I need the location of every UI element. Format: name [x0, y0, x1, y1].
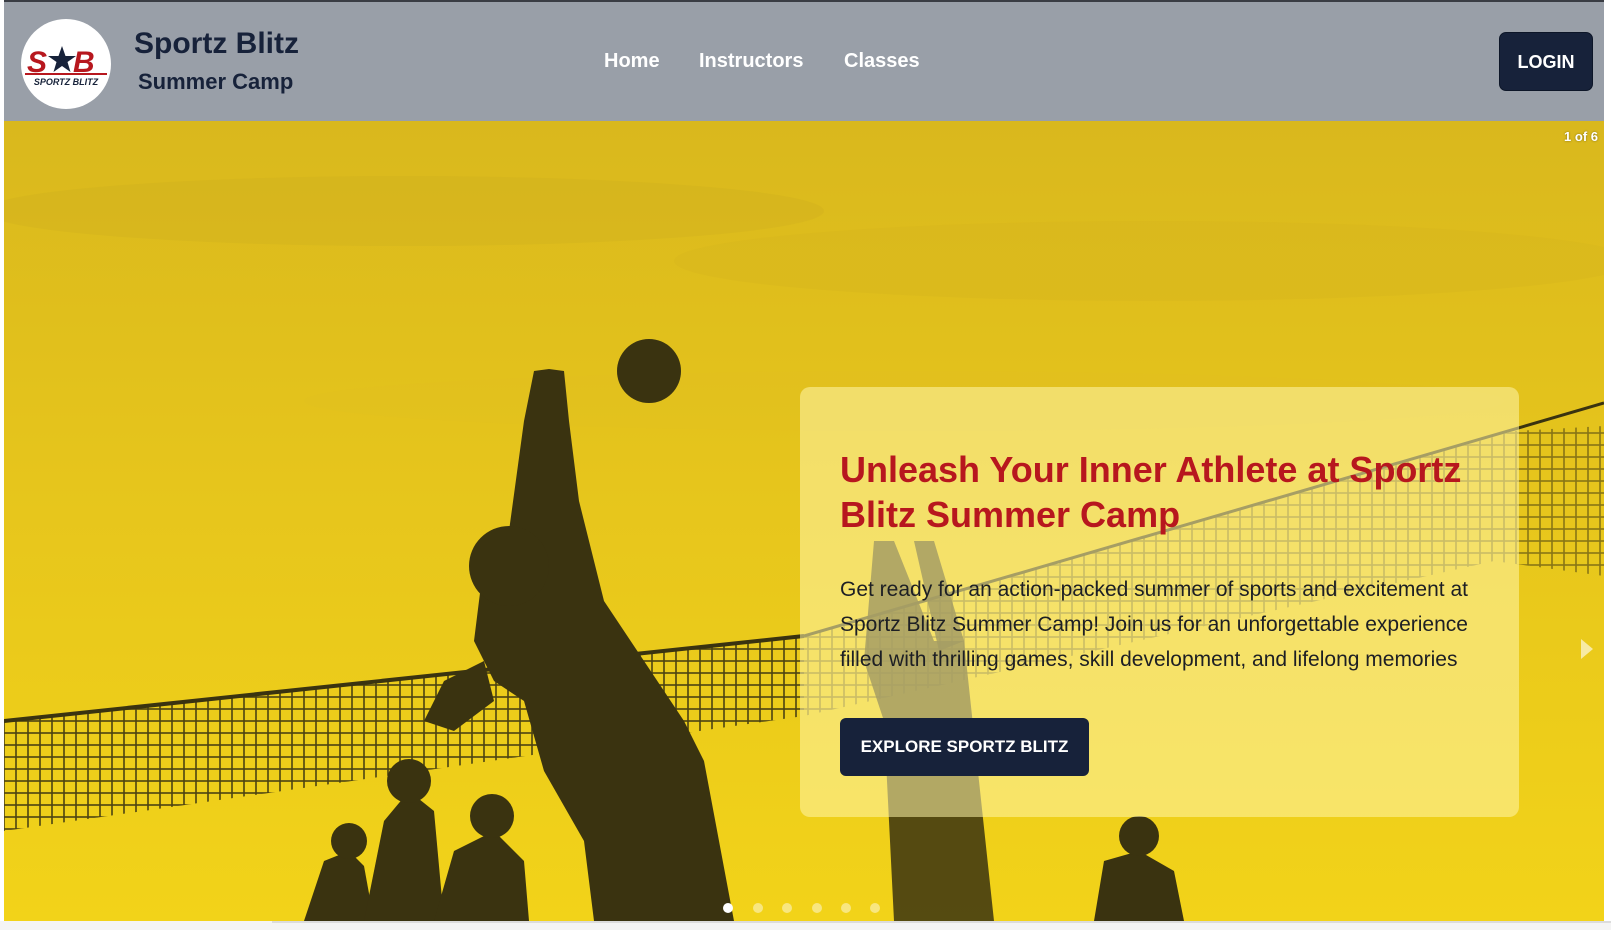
- site-header: S B SPORTZ BLITZ Sportz Blitz Summer Cam…: [4, 2, 1604, 121]
- nav-instructors[interactable]: Instructors: [699, 50, 803, 73]
- chevron-right-icon[interactable]: [1579, 637, 1595, 661]
- nav-classes[interactable]: Classes: [844, 50, 920, 73]
- slide-counter: 1 of 6: [1564, 129, 1598, 144]
- hero-carousel: 1 of 6 Unleash Your Inner Athlete at Spo…: [4, 121, 1604, 921]
- bottom-divider: [272, 921, 1611, 923]
- explore-button[interactable]: EXPLORE SPORTZ BLITZ: [840, 718, 1089, 776]
- login-button[interactable]: LOGIN: [1499, 32, 1593, 91]
- page-bottom-edge: [0, 921, 1611, 930]
- hero-card: Unleash Your Inner Athlete at Sportz Bli…: [800, 387, 1519, 817]
- page: S B SPORTZ BLITZ Sportz Blitz Summer Cam…: [0, 0, 1611, 930]
- hero-title: Unleash Your Inner Athlete at Sportz Bli…: [840, 449, 1462, 535]
- carousel-dot-3[interactable]: [782, 903, 792, 913]
- hero-description: Get ready for an action-packed summer of…: [840, 578, 1468, 671]
- carousel-dot-6[interactable]: [870, 903, 880, 913]
- volleyball: [617, 339, 681, 403]
- carousel-dot-5[interactable]: [841, 903, 851, 913]
- carousel-dot-4[interactable]: [812, 903, 822, 913]
- main-nav: Home Instructors Classes: [4, 50, 1604, 80]
- nav-home[interactable]: Home: [604, 50, 660, 73]
- carousel-dot-1[interactable]: [723, 903, 733, 913]
- carousel-dot-2[interactable]: [753, 903, 763, 913]
